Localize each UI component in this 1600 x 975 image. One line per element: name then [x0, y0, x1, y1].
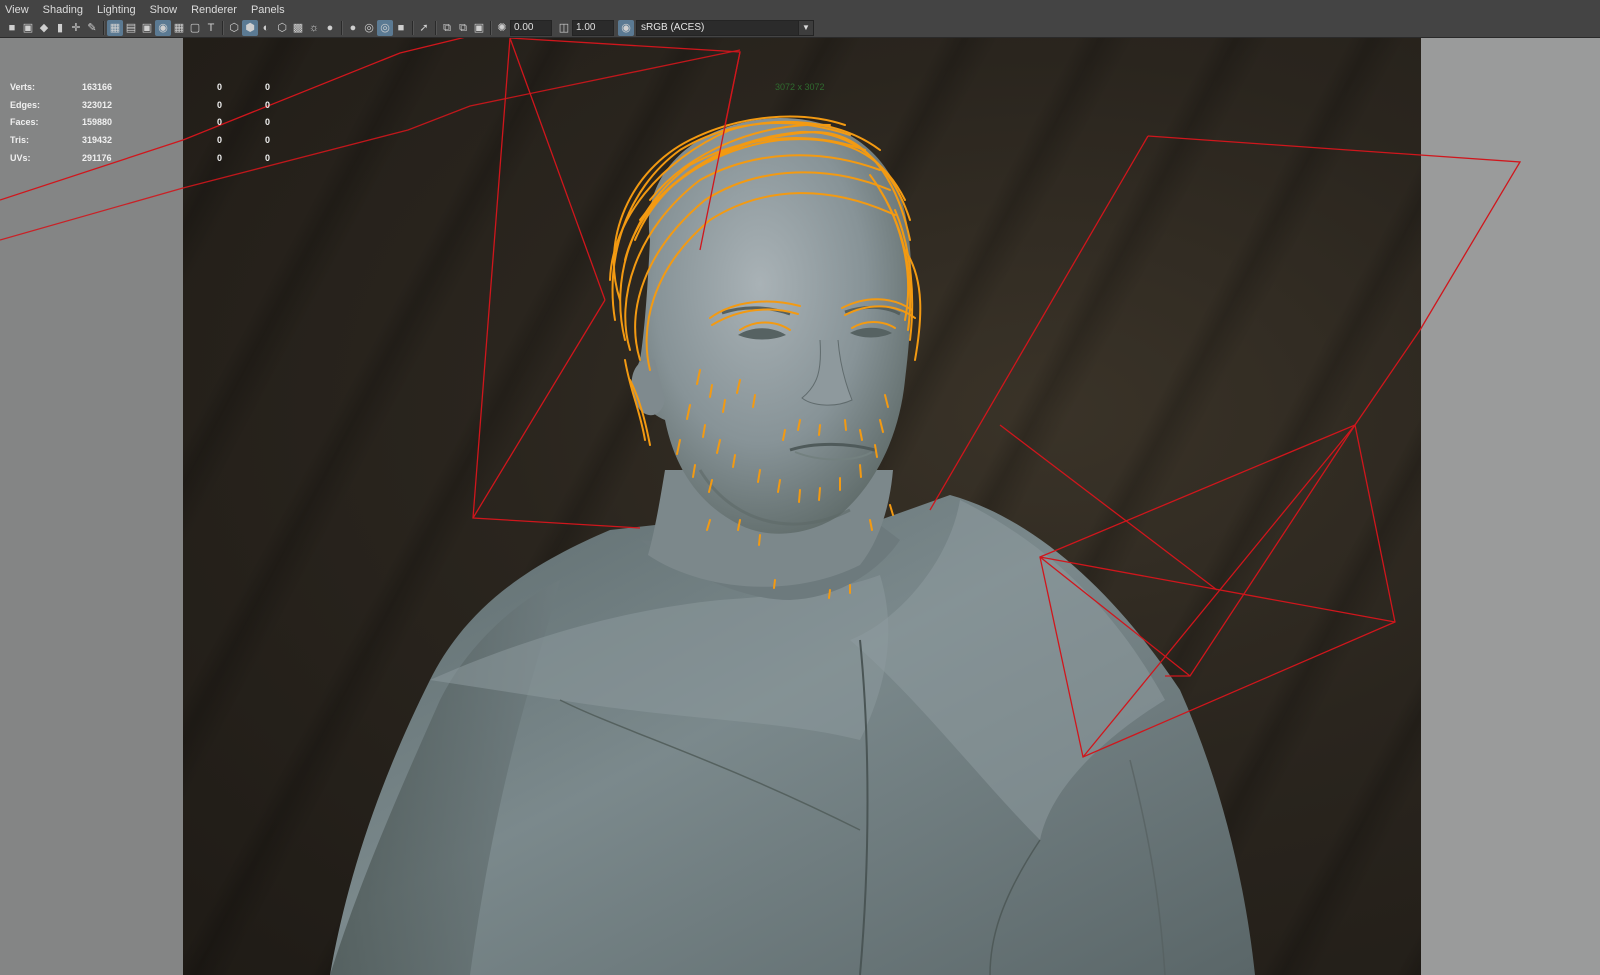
motion-blur-icon[interactable]: ◎	[361, 20, 377, 36]
toolbar-separator	[222, 21, 223, 35]
toolbar-separator	[412, 21, 413, 35]
resolution-gate-icon[interactable]: ▣	[139, 20, 155, 36]
xray-active-components-icon[interactable]: ▣	[471, 20, 487, 36]
heads-up-display: Verts: 163166 0 0 Edges: 323012 0 0 Face…	[10, 78, 270, 167]
menu-renderer[interactable]: Renderer	[184, 4, 244, 16]
hud-value: 291176	[82, 153, 112, 164]
hud-selected: 0	[216, 117, 222, 128]
menu-show[interactable]: Show	[143, 4, 185, 16]
hud-label: Faces:	[10, 117, 39, 128]
hud-components: 0	[264, 135, 270, 146]
view-transform-select[interactable]: sRGB (ACES) ▼	[636, 20, 814, 36]
toolbar-separator	[490, 21, 491, 35]
hud-selected: 0	[216, 153, 222, 164]
bookmark-icon[interactable]: ◆	[36, 20, 52, 36]
hud-components: 0	[264, 153, 270, 164]
default-material-icon[interactable]: ◐	[258, 20, 274, 36]
hud-label: Verts:	[10, 81, 36, 92]
resolution-gate-label: 3072 x 3072	[775, 82, 825, 92]
safe-title-icon[interactable]: T	[203, 20, 219, 36]
hud-row-tris: Tris: 319432 0 0	[10, 131, 270, 149]
viewport-toolbar: ■ ▣ ◆ ▮ ✛ ✎ ▦ ▤ ▣ ◉ ▦ ▢ T ⬡ ⬢ ◐ ⬡ ▩ ☼ ● …	[0, 19, 1600, 38]
viewport-panel[interactable]: Verts: 163166 0 0 Edges: 323012 0 0 Face…	[0, 38, 1600, 975]
hud-selected: 0	[216, 135, 222, 146]
smooth-shade-icon[interactable]: ⬢	[242, 20, 258, 36]
textured-icon[interactable]: ▩	[290, 20, 306, 36]
hud-label: UVs:	[10, 153, 31, 164]
chevron-down-icon[interactable]: ▼	[798, 21, 813, 35]
hud-value: 159880	[82, 117, 113, 128]
scene-render[interactable]	[0, 38, 1600, 975]
screen-space-ao-icon[interactable]: ●	[345, 20, 361, 36]
isolate-select-icon[interactable]: ➚	[416, 20, 432, 36]
xray-icon[interactable]: ⧉	[439, 20, 455, 36]
menu-panels[interactable]: Panels	[244, 4, 292, 16]
toolbar-separator	[435, 21, 436, 35]
gamma-field[interactable]: 1.00	[572, 20, 614, 36]
menu-lighting[interactable]: Lighting	[90, 4, 143, 16]
field-chart-icon[interactable]: ▦	[171, 20, 187, 36]
hud-label: Tris:	[10, 135, 30, 146]
safe-action-icon[interactable]: ▢	[187, 20, 203, 36]
image-plane-icon[interactable]: ▮	[52, 20, 68, 36]
grease-pencil-icon[interactable]: ✎	[84, 20, 100, 36]
wireframe-on-shaded-icon[interactable]: ⬡	[274, 20, 290, 36]
menu-view[interactable]: View	[0, 4, 36, 16]
camera-select-icon[interactable]: ■	[4, 20, 20, 36]
hud-components: 0	[264, 99, 270, 110]
gamma-icon[interactable]: ◫	[556, 20, 572, 36]
hud-row-faces: Faces: 159880 0 0	[10, 114, 270, 132]
color-management-icon[interactable]: ◉	[618, 20, 634, 36]
viewport-menu-bar: View Shading Lighting Show Renderer Pane…	[0, 0, 1600, 20]
menu-shading[interactable]: Shading	[36, 4, 90, 16]
hud-value: 323012	[82, 99, 113, 110]
view-transform-value: sRGB (ACES)	[641, 22, 705, 33]
toolbar-separator	[341, 21, 342, 35]
two-d-pan-zoom-icon[interactable]: ✛	[68, 20, 84, 36]
hud-components: 0	[264, 117, 270, 128]
hud-row-uvs: UVs: 291176 0 0	[10, 149, 270, 167]
grid-toggle-icon[interactable]: ▦	[107, 20, 123, 36]
hud-components: 0	[264, 81, 270, 92]
exposure-icon[interactable]: ✺	[494, 20, 510, 36]
anti-aliasing-icon[interactable]: ◎	[377, 20, 393, 36]
toolbar-separator	[103, 21, 104, 35]
hud-value: 163166	[82, 81, 113, 92]
film-gate-icon[interactable]: ▤	[123, 20, 139, 36]
hud-row-verts: Verts: 163166 0 0	[10, 78, 270, 96]
depth-of-field-icon[interactable]: ■	[393, 20, 409, 36]
hud-value: 319432	[82, 135, 113, 146]
hud-selected: 0	[216, 81, 222, 92]
shadows-icon[interactable]: ●	[322, 20, 338, 36]
camera-attributes-icon[interactable]: ▣	[20, 20, 36, 36]
hud-row-edges: Edges: 323012 0 0	[10, 96, 270, 114]
use-all-lights-icon[interactable]: ☼	[306, 20, 322, 36]
xray-joints-icon[interactable]: ⧉	[455, 20, 471, 36]
hud-selected: 0	[216, 99, 222, 110]
wireframe-icon[interactable]: ⬡	[226, 20, 242, 36]
hud-label: Edges:	[10, 99, 41, 110]
gate-mask-icon[interactable]: ◉	[155, 20, 171, 36]
exposure-field[interactable]: 0.00	[510, 20, 552, 36]
